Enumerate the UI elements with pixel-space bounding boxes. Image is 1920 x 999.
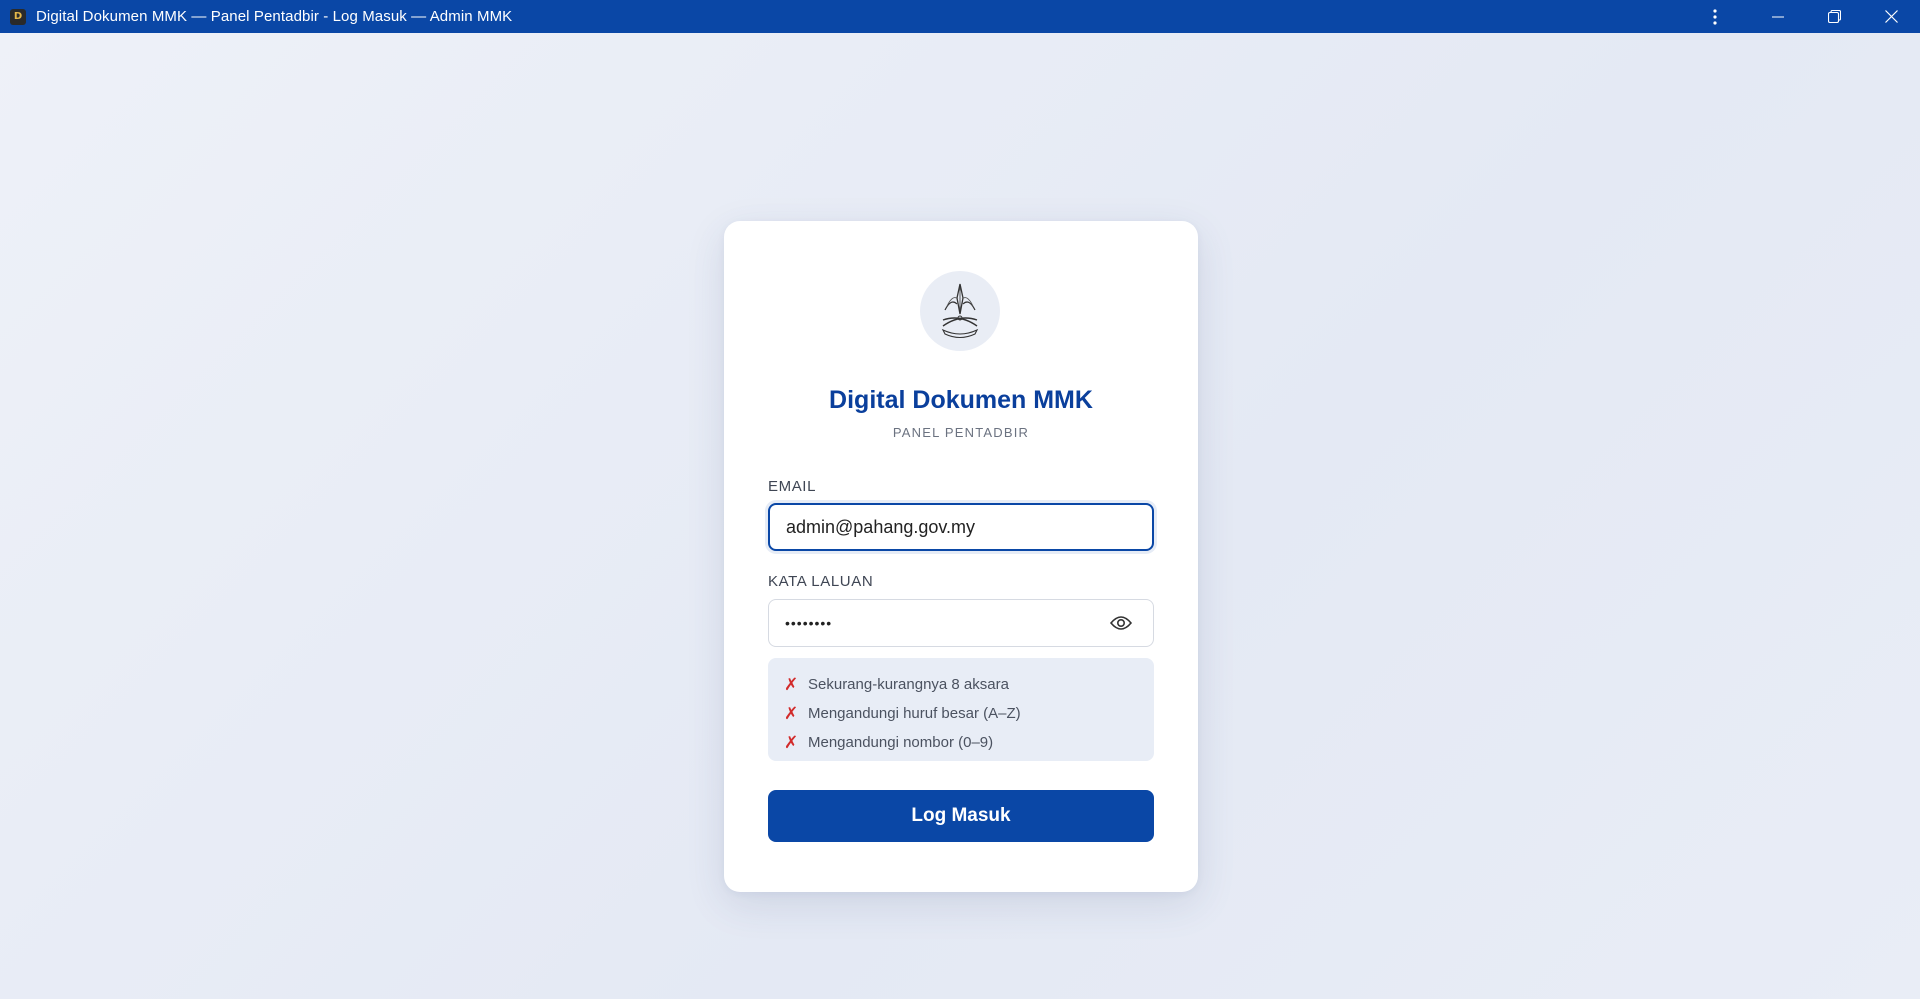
window-title: Digital Dokumen MMK — Panel Pentadbir - … xyxy=(36,8,513,25)
state-crest-icon xyxy=(941,283,979,339)
minimize-icon xyxy=(1771,16,1784,17)
restore-button[interactable] xyxy=(1806,0,1863,33)
fail-icon: ✗ xyxy=(784,703,799,724)
password-field[interactable] xyxy=(768,599,1154,647)
window-controls xyxy=(1691,0,1920,33)
login-button[interactable]: Log Masuk xyxy=(768,790,1154,842)
app-icon-letter: D xyxy=(13,11,23,22)
email-field[interactable] xyxy=(768,503,1154,551)
password-label: KATA LALUAN xyxy=(768,573,874,590)
fail-icon: ✗ xyxy=(784,732,799,753)
app-icon: D xyxy=(10,8,26,25)
password-rule: ✗ Mengandungi huruf besar (A–Z) xyxy=(768,699,1154,728)
toggle-password-button[interactable] xyxy=(1108,611,1134,635)
close-icon xyxy=(1885,10,1898,23)
close-button[interactable] xyxy=(1863,0,1920,33)
logo xyxy=(920,271,1000,351)
page-title: Digital Dokumen MMK xyxy=(829,386,1093,414)
menu-button[interactable] xyxy=(1691,0,1739,33)
fail-icon: ✗ xyxy=(784,674,799,695)
password-rules: ✗ Sekurang-kurangnya 8 aksara ✗ Mengandu… xyxy=(768,658,1154,761)
login-card: Digital Dokumen MMK PANEL PENTADBIR EMAI… xyxy=(724,221,1198,892)
password-rule: ✗ Mengandungi nombor (0–9) xyxy=(768,728,1154,757)
menu-icon xyxy=(1713,8,1717,25)
rule-text: Sekurang-kurangnya 8 aksara xyxy=(808,676,1009,693)
window-titlebar: D Digital Dokumen MMK — Panel Pentadbir … xyxy=(0,0,1920,33)
rule-text: Mengandungi nombor (0–9) xyxy=(808,734,994,751)
eye-icon xyxy=(1110,616,1132,630)
page-subtitle: PANEL PENTADBIR xyxy=(892,425,1030,440)
rule-text: Mengandungi huruf besar (A–Z) xyxy=(808,705,1021,722)
email-label: EMAIL xyxy=(768,478,817,495)
password-rule: ✗ Sekurang-kurangnya 8 aksara xyxy=(768,670,1154,699)
restore-icon xyxy=(1828,10,1841,23)
minimize-button[interactable] xyxy=(1749,0,1806,33)
